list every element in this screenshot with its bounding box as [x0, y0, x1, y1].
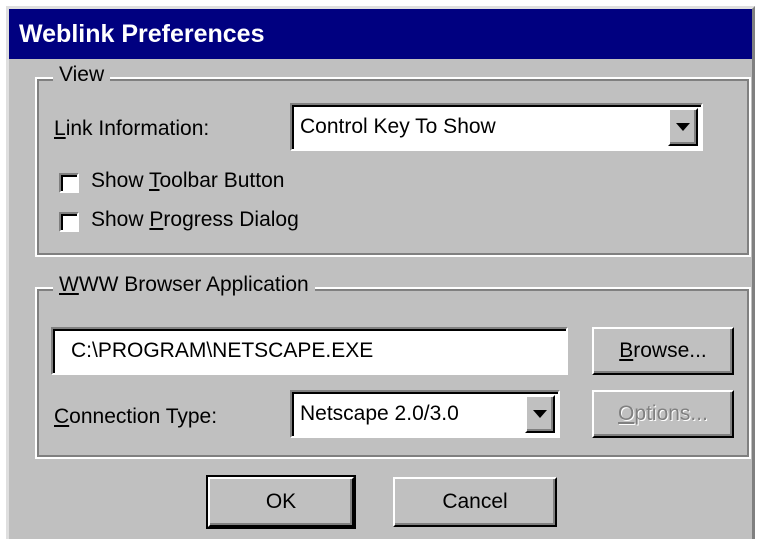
- connection-type-label: Connection Type:: [54, 405, 218, 428]
- connection-type-dropdown[interactable]: Netscape 2.0/3.0: [290, 390, 560, 438]
- chevron-down-icon: [533, 410, 547, 418]
- view-group: View Link Information: Control Key To Sh…: [35, 63, 751, 257]
- show-toolbar-button-checkbox[interactable]: [59, 173, 79, 193]
- title-bar[interactable]: Weblink Preferences: [9, 9, 752, 59]
- link-information-dropdown[interactable]: Control Key To Show: [290, 103, 703, 151]
- weblink-preferences-dialog: Weblink Preferences View Link Informatio…: [6, 6, 755, 539]
- link-information-value: Control Key To Show: [300, 115, 496, 138]
- window-title: Weblink Preferences: [19, 19, 265, 48]
- options-button[interactable]: Options...: [592, 390, 734, 438]
- browser-application-legend: WWW Browser Application: [53, 273, 315, 297]
- chevron-down-icon: [676, 123, 690, 131]
- browser-application-group: WWW Browser Application C:\PROGRAM\NETSC…: [35, 273, 751, 459]
- link-information-label: Link Information:: [54, 117, 210, 140]
- ok-button[interactable]: OK: [206, 475, 356, 529]
- show-progress-dialog-checkbox[interactable]: [59, 212, 79, 232]
- connection-type-dropdown-button[interactable]: [525, 395, 555, 433]
- cancel-button[interactable]: Cancel: [393, 477, 557, 527]
- browse-button[interactable]: Browse...: [592, 327, 734, 375]
- browser-path-input[interactable]: C:\PROGRAM\NETSCAPE.EXE: [51, 327, 568, 375]
- show-toolbar-button-label[interactable]: Show Toolbar Button: [91, 169, 284, 193]
- show-progress-dialog-label[interactable]: Show Progress Dialog: [91, 208, 299, 232]
- browser-path-value: C:\PROGRAM\NETSCAPE.EXE: [71, 339, 374, 362]
- view-group-legend: View: [53, 63, 111, 87]
- link-information-dropdown-button[interactable]: [668, 108, 698, 146]
- connection-type-value: Netscape 2.0/3.0: [300, 402, 459, 425]
